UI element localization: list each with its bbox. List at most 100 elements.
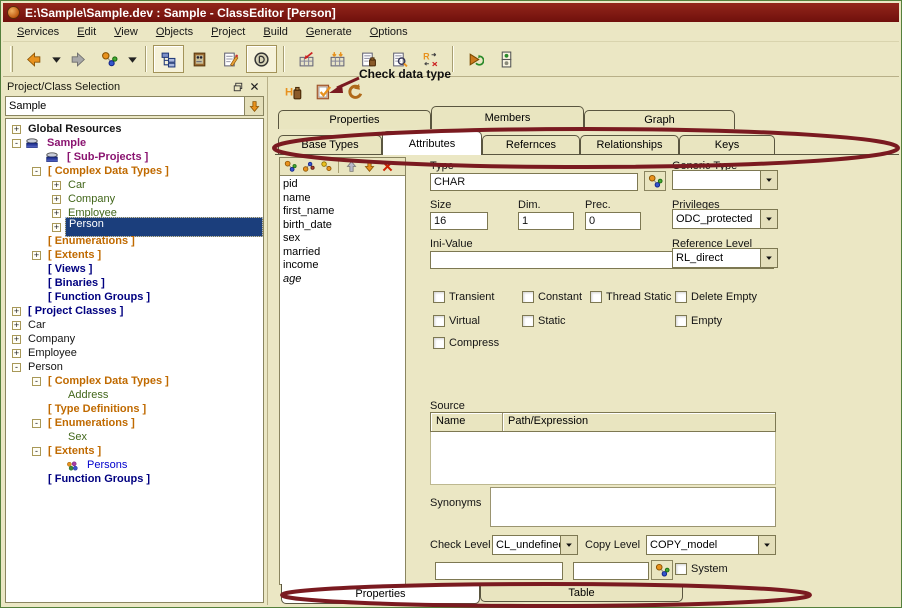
- menu-services[interactable]: Services: [9, 24, 67, 40]
- attribute-copy-button[interactable]: [300, 159, 316, 174]
- tab-top-members[interactable]: Members: [431, 106, 584, 129]
- attribute-item-pid[interactable]: pid: [283, 178, 405, 192]
- goto-object-dropdown[interactable]: [125, 45, 139, 73]
- collapse-icon[interactable]: -: [32, 377, 41, 386]
- class-editor-button[interactable]: [246, 45, 277, 73]
- forward-button[interactable]: [63, 45, 94, 73]
- expand-icon[interactable]: +: [12, 307, 21, 316]
- check-data-type-button[interactable]: [313, 81, 335, 103]
- tree-item-extents[interactable]: -[ Extents ]: [6, 444, 263, 458]
- checkbox-box[interactable]: [433, 315, 445, 327]
- extra-browse-button[interactable]: [651, 560, 673, 580]
- checkbox-delete-empty[interactable]: Delete Empty: [675, 291, 757, 303]
- tree-item-company[interactable]: +Company: [6, 332, 263, 346]
- expand-icon[interactable]: +: [12, 321, 21, 330]
- tree-item-project-classes[interactable]: +[ Project Classes ]: [6, 304, 263, 318]
- checkbox-box[interactable]: [522, 291, 534, 303]
- tab-sub-base-types[interactable]: Base Types: [278, 135, 382, 154]
- tree-item-binaries[interactable]: [ Binaries ]: [6, 276, 263, 290]
- revert-button[interactable]: [343, 81, 365, 103]
- expand-icon[interactable]: +: [52, 209, 61, 218]
- expand-icon[interactable]: +: [12, 125, 21, 134]
- attribute-new-button[interactable]: [282, 159, 298, 174]
- checkbox-box[interactable]: [433, 337, 445, 349]
- expand-icon[interactable]: +: [52, 223, 61, 232]
- goto-object-button[interactable]: [94, 45, 125, 73]
- float-panel-button[interactable]: [230, 80, 245, 94]
- copy-level-select[interactable]: COPY_model: [646, 535, 776, 555]
- export-table-button[interactable]: [322, 45, 353, 73]
- tab-top-properties[interactable]: Properties: [278, 110, 431, 129]
- tree-item-person[interactable]: +Person: [6, 220, 263, 234]
- tree-item-company[interactable]: +Company: [6, 192, 263, 206]
- checkbox-box[interactable]: [675, 291, 687, 303]
- source-name-column[interactable]: Name: [431, 413, 503, 431]
- tree-item-car[interactable]: +Car: [6, 318, 263, 332]
- expand-icon[interactable]: +: [12, 335, 21, 344]
- tree-item-complex-data-types[interactable]: -[ Complex Data Types ]: [6, 164, 263, 178]
- back-history-dropdown[interactable]: [49, 45, 63, 73]
- edit-source-button[interactable]: [215, 45, 246, 73]
- library-button[interactable]: [184, 45, 215, 73]
- history-button[interactable]: H: [283, 81, 305, 103]
- attribute-link-button[interactable]: [318, 159, 334, 174]
- panel-splitter[interactable]: [268, 77, 275, 605]
- menu-project[interactable]: Project: [203, 24, 253, 40]
- tree-item-type-definitions[interactable]: [ Type Definitions ]: [6, 402, 263, 416]
- source-path-column[interactable]: Path/Expression: [503, 413, 775, 431]
- attribute-item-name[interactable]: name: [283, 192, 405, 206]
- synonyms-input[interactable]: [490, 487, 776, 527]
- attribute-item-married[interactable]: married: [283, 246, 405, 260]
- class-selector[interactable]: Sample: [5, 96, 264, 116]
- extra-field-2[interactable]: [573, 562, 649, 580]
- menu-options[interactable]: Options: [362, 24, 416, 40]
- expand-icon[interactable]: +: [12, 349, 21, 358]
- menu-edit[interactable]: Edit: [69, 24, 104, 40]
- toggle-state-button[interactable]: [491, 45, 522, 73]
- collapse-icon[interactable]: -: [12, 363, 21, 372]
- type-input[interactable]: [430, 173, 638, 191]
- type-browse-button[interactable]: [644, 171, 666, 191]
- tab-sub-relationships[interactable]: Relationships: [580, 135, 679, 154]
- title-bar[interactable]: E:\Sample\Sample.dev : Sample - ClassEdi…: [3, 3, 899, 22]
- tree-item-employee[interactable]: +Employee: [6, 346, 263, 360]
- expand-icon[interactable]: +: [32, 251, 41, 260]
- attribute-item-birth-date[interactable]: birth_date: [283, 219, 405, 233]
- checkbox-box[interactable]: [675, 315, 687, 327]
- attribute-item-first-name[interactable]: first_name: [283, 205, 405, 219]
- import-table-button[interactable]: [291, 45, 322, 73]
- collapse-icon[interactable]: -: [32, 447, 41, 456]
- expand-icon[interactable]: +: [52, 181, 61, 190]
- menu-generate[interactable]: Generate: [298, 24, 360, 40]
- checkbox-virtual[interactable]: Virtual: [433, 315, 480, 327]
- tree-item-function-groups[interactable]: [ Function Groups ]: [6, 472, 263, 486]
- tab-sub-attributes[interactable]: Attributes: [382, 131, 482, 155]
- checkbox-transient[interactable]: Transient: [433, 291, 494, 303]
- prec-input[interactable]: [585, 212, 641, 230]
- tree-item-sub-projects[interactable]: [ Sub-Projects ]: [6, 150, 263, 164]
- reference-level-select[interactable]: RL_direct: [672, 248, 778, 268]
- tree-item-extents[interactable]: +[ Extents ]: [6, 248, 263, 262]
- tab-top-graph[interactable]: Graph: [584, 110, 735, 129]
- collapse-icon[interactable]: -: [32, 167, 41, 176]
- check-level-select[interactable]: CL_undefined: [492, 535, 578, 555]
- checkbox-compress[interactable]: Compress: [433, 337, 499, 349]
- tab-sub-refernces[interactable]: Refernces: [482, 135, 580, 154]
- class-selector-dropdown[interactable]: [244, 97, 263, 115]
- close-panel-button[interactable]: [247, 80, 262, 94]
- checkbox-thread-static[interactable]: Thread Static: [590, 291, 671, 303]
- attribute-move-down-button[interactable]: [361, 159, 377, 174]
- run-button[interactable]: [460, 45, 491, 73]
- checkbox-box[interactable]: [433, 291, 445, 303]
- tree-item-global-resources[interactable]: +Global Resources: [6, 122, 263, 136]
- tree-item-views[interactable]: [ Views ]: [6, 262, 263, 276]
- attribute-item-age[interactable]: age: [283, 273, 405, 287]
- privileges-select[interactable]: ODC_protected: [672, 209, 778, 229]
- collapse-icon[interactable]: -: [32, 419, 41, 428]
- tree-item-function-groups[interactable]: [ Function Groups ]: [6, 290, 263, 304]
- collapse-icon[interactable]: -: [12, 139, 21, 148]
- attribute-item-sex[interactable]: sex: [283, 232, 405, 246]
- back-button[interactable]: [18, 45, 49, 73]
- tab-bottom-properties[interactable]: Properties: [281, 584, 480, 604]
- checkbox-empty[interactable]: Empty: [675, 315, 722, 327]
